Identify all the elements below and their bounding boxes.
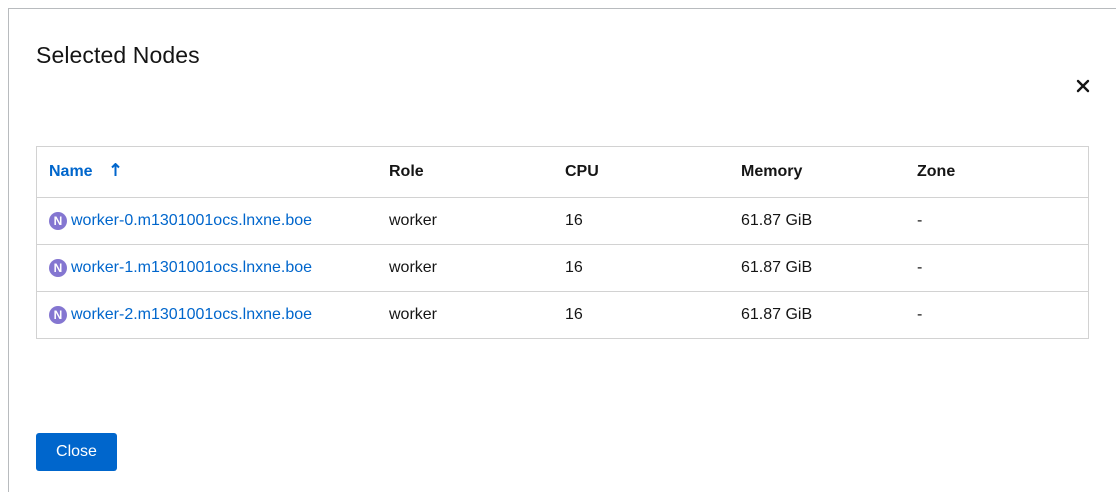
selected-nodes-modal: Selected Nodes Name Role CPU Memory Zone… [8, 8, 1116, 492]
memory-cell: 61.87 GiB [741, 244, 917, 292]
node-name-cell: Nworker-1.m1301001ocs.lnxne.boe [37, 244, 389, 292]
column-header-memory[interactable]: Memory [741, 147, 917, 198]
nodes-table: Name Role CPU Memory Zone N worker-0.m13… [36, 146, 1089, 339]
node-badge-icon: N [49, 259, 67, 277]
node-link[interactable]: worker-2.m1301001ocs.lnxne.boe [71, 306, 312, 323]
zone-cell: - [917, 244, 1088, 292]
node-link[interactable]: worker-1.m1301001ocs.lnxne.boe [71, 259, 312, 276]
column-header-cpu[interactable]: CPU [565, 147, 741, 198]
column-header-zone[interactable]: Zone [917, 147, 1088, 198]
role-cell: worker [389, 197, 565, 245]
node-link[interactable]: worker-0.m1301001ocs.lnxne.boe [71, 212, 312, 229]
cpu-cell: 16 [565, 244, 741, 292]
cpu-cell: 16 [565, 306, 583, 323]
table-header-row: Name Role CPU Memory Zone [37, 147, 1088, 198]
column-header-name-label: Name [49, 162, 93, 180]
close-button[interactable]: Close [36, 433, 117, 471]
table-row: Nworker-0.m1301001ocs.lnxne.boe worker 1… [37, 197, 1088, 245]
zone-cell: - [917, 306, 923, 323]
role-cell: worker [389, 244, 565, 292]
node-name-cell: Nworker-2.m1301001ocs.lnxne.boe [37, 292, 389, 339]
node-badge-icon: N [49, 212, 67, 230]
memory-cell: 61.87 GiB [741, 306, 813, 323]
memory-cell: 61.87 GiB [741, 197, 917, 245]
table-row: Nworker-2.m1301001ocs.lnxne.boe worker 1… [37, 292, 1088, 339]
cpu-cell: 16 [565, 197, 741, 245]
role-cell: worker [389, 306, 438, 323]
modal-title: Selected Nodes [36, 42, 200, 68]
table-row: Nworker-1.m1301001ocs.lnxne.boe worker 1… [37, 244, 1088, 292]
column-header-role[interactable]: Role [389, 147, 565, 198]
sort-ascending-icon[interactable] [111, 162, 120, 182]
column-header-name[interactable]: Name [37, 147, 389, 198]
node-name-cell: Nworker-0.m1301001ocs.lnxne.boe [37, 197, 389, 245]
zone-cell: - [917, 197, 1088, 245]
close-icon[interactable] [1076, 79, 1090, 93]
node-badge-icon: N [49, 306, 67, 324]
